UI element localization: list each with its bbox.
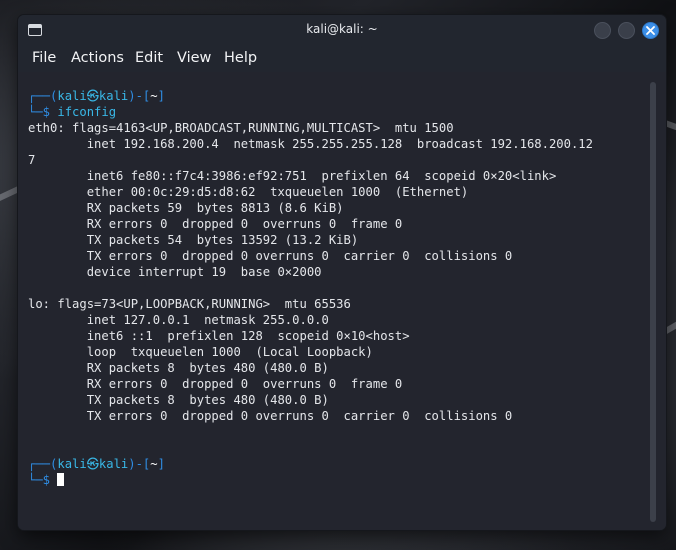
prompt-user: kali㉿kali — [57, 89, 129, 103]
output-line: inet 192.168.200.4 netmask 255.255.255.1… — [28, 137, 593, 151]
prompt-dir: ~ — [150, 89, 158, 103]
menu-help[interactable]: Help — [224, 50, 257, 66]
prompt-frame: ┌──( — [28, 457, 58, 471]
title-bar[interactable]: kali@kali: ~ — [18, 15, 666, 46]
output-line: inet 127.0.0.1 netmask 255.0.0.0 — [28, 313, 329, 327]
text-cursor — [57, 473, 65, 486]
prompt-frame: )-[ — [128, 457, 151, 471]
prompt-line-1: ┌──(kali㉿kali)-[~] — [28, 88, 165, 104]
output-line: inet6 ::1 prefixlen 128 scopeid 0×10<hos… — [28, 329, 410, 343]
output-line: RX packets 59 bytes 8813 (8.6 KiB) — [28, 201, 344, 215]
command-line-1: └─$ ifconfig — [28, 104, 116, 120]
output-line: TX packets 54 bytes 13592 (13.2 KiB) — [28, 233, 359, 247]
window-title: kali@kali: ~ — [306, 22, 378, 36]
output-line: TX packets 8 bytes 480 (480.0 B) — [28, 393, 329, 407]
menu-file[interactable]: File — [32, 50, 56, 66]
command-text: ifconfig — [57, 105, 117, 119]
output-line: loop txqueuelen 1000 (Local Loopback) — [28, 345, 373, 359]
close-icon — [646, 26, 655, 35]
close-button[interactable] — [642, 22, 659, 39]
command-line-2[interactable]: └─$ — [28, 472, 65, 488]
output-line: ether 00:0c:29:d5:d8:62 txqueuelen 1000 … — [28, 185, 469, 199]
output-line: 7 — [28, 153, 36, 167]
output-line: RX errors 0 dropped 0 overruns 0 frame 0 — [28, 217, 403, 231]
prompt-symbol: └─$ — [28, 473, 58, 487]
menu-view[interactable]: View — [177, 50, 211, 66]
terminal-output-area[interactable]: ┌──(kali㉿kali)-[~] └─$ ifconfig eth0: fl… — [18, 72, 666, 530]
output-line: RX packets 8 bytes 480 (480.0 B) — [28, 361, 329, 375]
output-line: eth0: flags=4163<UP,BROADCAST,RUNNING,MU… — [28, 121, 454, 135]
output-line: inet6 fe80::f7c4:3986:ef92:751 prefixlen… — [28, 169, 557, 183]
prompt-frame: ] — [157, 457, 165, 471]
prompt-user: kali㉿kali — [57, 457, 129, 471]
maximize-button[interactable] — [618, 22, 635, 39]
output-line: RX errors 0 dropped 0 overruns 0 frame 0 — [28, 377, 403, 391]
prompt-dir: ~ — [150, 457, 158, 471]
prompt-frame: )-[ — [128, 89, 151, 103]
menu-edit[interactable]: Edit — [135, 50, 163, 66]
output-line: TX errors 0 dropped 0 overruns 0 carrier… — [28, 249, 513, 263]
menu-bar: File Actions Edit View Help — [18, 46, 666, 72]
prompt-frame: ┌──( — [28, 89, 58, 103]
minimize-button[interactable] — [594, 22, 611, 39]
output-line: TX errors 0 dropped 0 overruns 0 carrier… — [28, 409, 513, 423]
menu-actions[interactable]: Actions — [71, 50, 124, 66]
terminal-window[interactable]: kali@kali: ~ File Actions Edit View Help… — [18, 15, 666, 530]
prompt-frame: ] — [157, 89, 165, 103]
scrollbar[interactable] — [650, 82, 656, 522]
output-line: lo: flags=73<UP,LOOPBACK,RUNNING> mtu 65… — [28, 297, 351, 311]
prompt-line-2: ┌──(kali㉿kali)-[~] — [28, 456, 165, 472]
prompt-symbol: └─$ — [28, 105, 58, 119]
output-line: device interrupt 19 base 0×2000 — [28, 265, 322, 279]
